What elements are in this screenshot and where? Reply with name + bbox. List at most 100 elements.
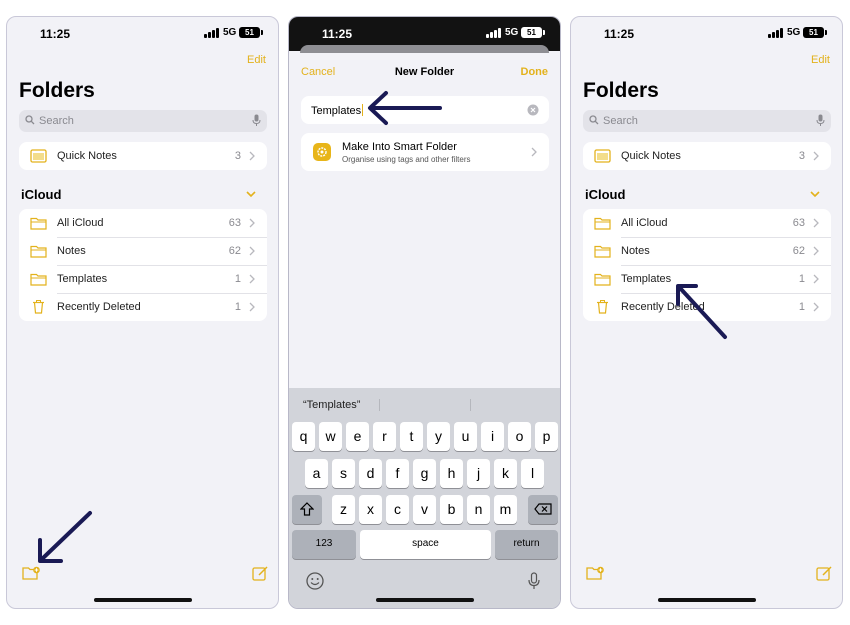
network-label: 5G (223, 27, 237, 38)
numbers-key[interactable]: 123 (292, 530, 356, 559)
edit-button[interactable]: Edit (811, 54, 830, 66)
space-key[interactable]: space (360, 530, 491, 559)
compose-icon[interactable] (815, 565, 833, 581)
key-y[interactable]: y (427, 422, 450, 451)
key-z[interactable]: z (332, 495, 355, 524)
key-q[interactable]: q (292, 422, 315, 451)
folder-count: 63 (228, 217, 241, 229)
key-e[interactable]: e (346, 422, 369, 451)
emoji-icon[interactable] (306, 572, 324, 590)
autocomplete-suggestion[interactable]: “Templates” (303, 399, 360, 411)
key-h[interactable]: h (440, 459, 463, 488)
new-folder-icon[interactable] (586, 565, 604, 581)
key-i[interactable]: i (481, 422, 504, 451)
folder-name-field[interactable]: Templates (301, 96, 549, 124)
quick-notes-row[interactable]: Quick Notes 3 (19, 142, 267, 170)
keyboard: “Templates” q w e r t y u i o p a s d f g h j k l z x c v b n m 12… (289, 388, 560, 608)
page-title: Folders (583, 79, 659, 102)
edit-button[interactable]: Edit (247, 54, 266, 66)
key-b[interactable]: b (440, 495, 463, 524)
key-k[interactable]: k (494, 459, 517, 488)
key-w[interactable]: w (319, 422, 342, 451)
network-label: 5G (505, 27, 519, 38)
key-f[interactable]: f (386, 459, 409, 488)
battery-icon: 51 (239, 27, 263, 38)
new-folder-screen: 11:25 5G 51 Cancel New Folder Done Templ… (288, 16, 561, 609)
folder-count: 62 (792, 245, 805, 257)
folder-row-notes[interactable]: Notes 62 (583, 237, 831, 265)
gear-icon (313, 143, 331, 161)
network-label: 5G (787, 27, 801, 38)
key-g[interactable]: g (413, 459, 436, 488)
battery-icon: 51 (521, 27, 545, 38)
chevron-down-icon[interactable] (246, 191, 256, 198)
key-p[interactable]: p (535, 422, 558, 451)
trash-icon (597, 300, 608, 314)
shift-key[interactable] (292, 495, 322, 524)
chevron-right-icon (249, 246, 255, 256)
search-input[interactable]: Search (583, 110, 831, 132)
quick-notes-label: Quick Notes (57, 150, 117, 162)
key-n[interactable]: n (467, 495, 490, 524)
key-s[interactable]: s (332, 459, 355, 488)
trash-icon (33, 300, 44, 314)
key-d[interactable]: d (359, 459, 382, 488)
home-indicator (94, 598, 192, 602)
microphone-icon[interactable] (816, 114, 825, 127)
smart-folder-title: Make Into Smart Folder (342, 141, 457, 153)
folder-icon (30, 273, 47, 286)
signal-icon (486, 28, 502, 38)
quick-notes-row[interactable]: Quick Notes 3 (583, 142, 831, 170)
backspace-icon (534, 503, 552, 515)
chevron-right-icon (813, 302, 819, 312)
icloud-folder-list: All iCloud 63 Notes 62 Templates 1 Recen… (19, 209, 267, 321)
folder-row-all-icloud[interactable]: All iCloud 63 (583, 209, 831, 237)
key-j[interactable]: j (467, 459, 490, 488)
compose-icon[interactable] (251, 565, 269, 581)
suggestion-divider (470, 399, 471, 411)
folder-row-all-icloud[interactable]: All iCloud 63 (19, 209, 267, 237)
key-c[interactable]: c (386, 495, 409, 524)
folder-row-recently-deleted[interactable]: Recently Deleted 1 (583, 293, 831, 321)
folder-icon (30, 217, 47, 230)
key-v[interactable]: v (413, 495, 436, 524)
key-a[interactable]: a (305, 459, 328, 488)
key-x[interactable]: x (359, 495, 382, 524)
key-u[interactable]: u (454, 422, 477, 451)
home-indicator (376, 598, 474, 602)
clear-text-icon[interactable] (527, 104, 539, 116)
delete-key[interactable] (528, 495, 558, 524)
key-r[interactable]: r (373, 422, 396, 451)
return-key[interactable]: return (495, 530, 558, 559)
key-l[interactable]: l (521, 459, 544, 488)
folder-label: Notes (57, 245, 86, 257)
new-folder-icon[interactable] (22, 565, 40, 581)
folder-row-recently-deleted[interactable]: Recently Deleted 1 (19, 293, 267, 321)
quick-notes-icon (594, 149, 611, 163)
chevron-right-icon (813, 274, 819, 284)
folder-icon (594, 273, 611, 286)
folder-row-templates[interactable]: Templates 1 (19, 265, 267, 293)
new-folder-sheet: Cancel New Folder Done Templates Make In… (289, 53, 560, 388)
folder-row-templates[interactable]: Templates 1 (583, 265, 831, 293)
folder-label: Templates (621, 273, 672, 285)
chevron-right-icon (813, 246, 819, 256)
folder-icon (594, 217, 611, 230)
folder-count: 1 (798, 301, 805, 313)
search-input[interactable]: Search (19, 110, 267, 132)
chevron-down-icon[interactable] (810, 191, 820, 198)
key-o[interactable]: o (508, 422, 531, 451)
folder-row-notes[interactable]: Notes 62 (19, 237, 267, 265)
microphone-icon[interactable] (252, 114, 261, 127)
folder-count: 1 (234, 301, 241, 313)
folders-screen-after: 11:25 5G 51 Edit Folders Search Quick No… (570, 16, 843, 609)
done-button[interactable]: Done (521, 66, 549, 78)
key-m[interactable]: m (494, 495, 517, 524)
dictation-icon[interactable] (528, 572, 540, 590)
quick-notes-card: Quick Notes 3 (19, 142, 267, 170)
signal-icon (204, 28, 220, 38)
smart-folder-row[interactable]: Make Into Smart Folder Organise using ta… (301, 133, 549, 171)
key-t[interactable]: t (400, 422, 423, 451)
chevron-right-icon (249, 151, 255, 161)
search-placeholder: Search (39, 115, 74, 127)
